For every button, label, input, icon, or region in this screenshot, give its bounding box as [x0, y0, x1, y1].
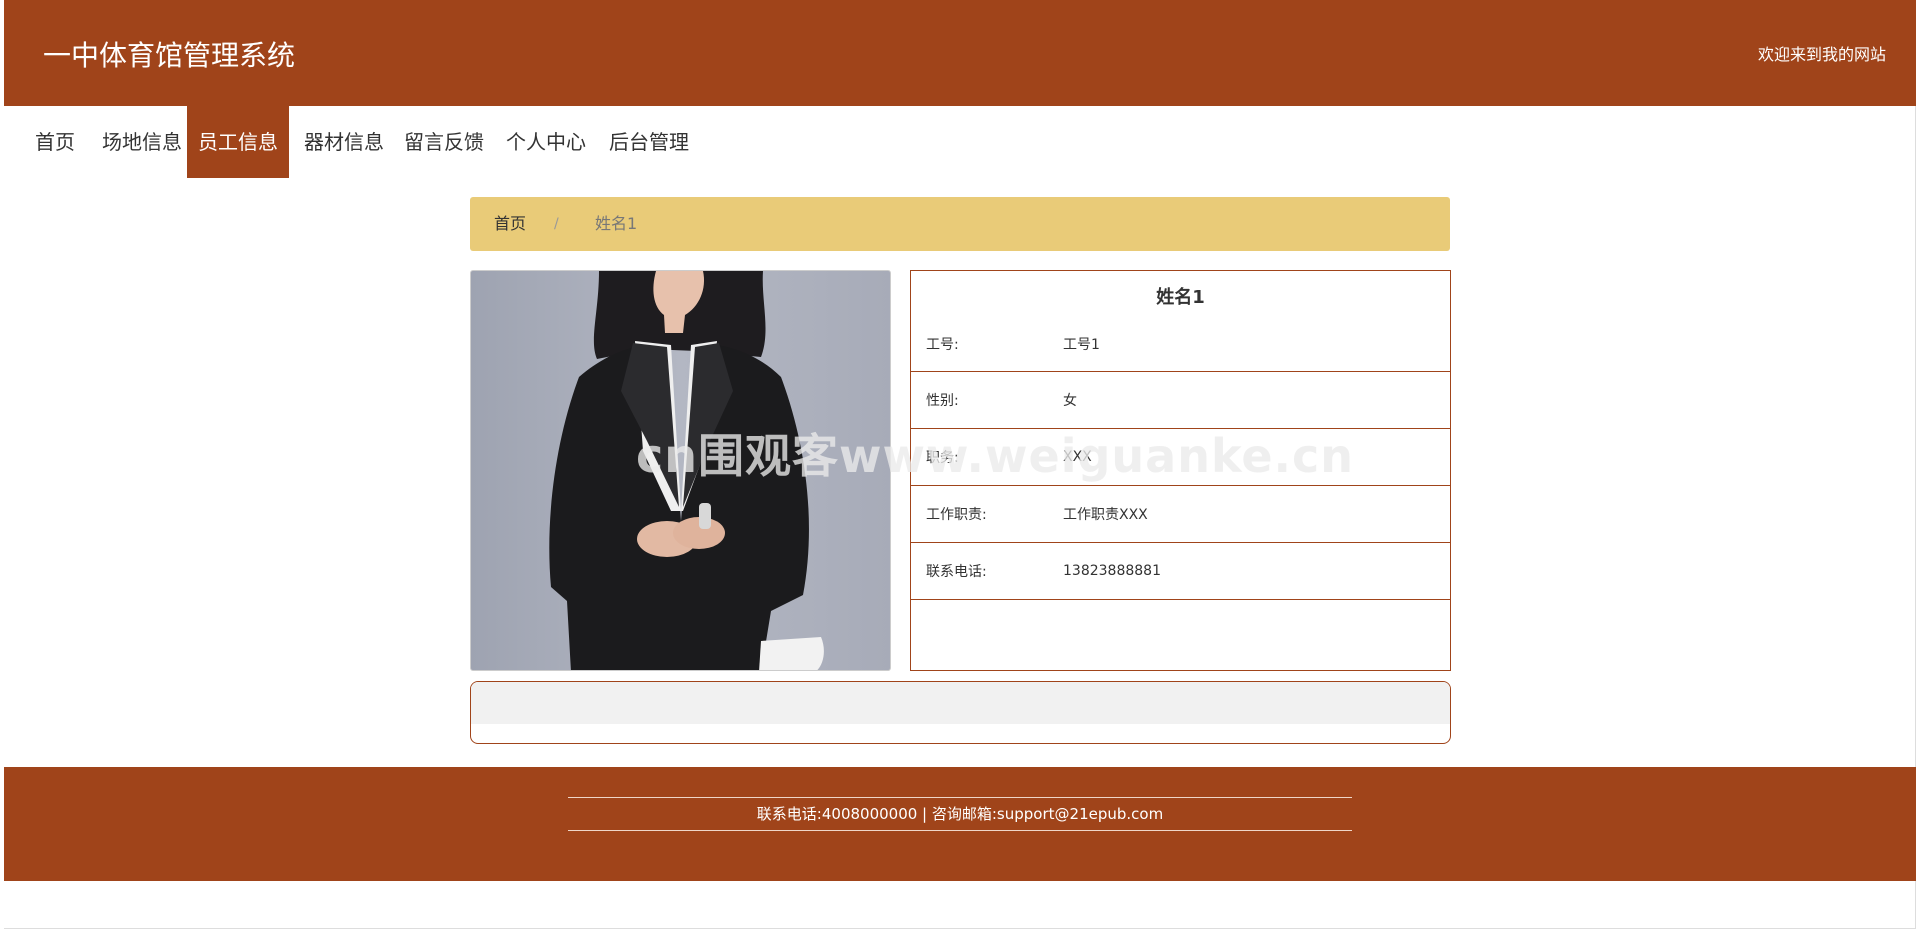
- site-footer: 联系电话:4008000000 | 咨询邮箱:support@21epub.co…: [4, 767, 1916, 881]
- breadcrumb: 首页 / 姓名1: [470, 197, 1450, 251]
- comment-box: [470, 681, 1451, 744]
- info-row-position: 职务: XXX: [911, 429, 1450, 486]
- info-value: 工作职责XXX: [1063, 507, 1148, 523]
- site-title: 一中体育馆管理系统: [43, 39, 296, 72]
- info-row-duties: 工作职责: 工作职责XXX: [911, 486, 1450, 543]
- comment-box-header: [471, 682, 1450, 724]
- nav-item-equipment[interactable]: 器材信息: [296, 106, 392, 178]
- page-frame: 一中体育馆管理系统 欢迎来到我的网站 首页 场地信息 员工信息 器材信息 留言反…: [4, 0, 1916, 929]
- nav-item-staff[interactable]: 员工信息: [187, 106, 289, 178]
- breadcrumb-current: 姓名1: [595, 214, 638, 233]
- nav-item-home[interactable]: 首页: [28, 106, 82, 178]
- nav-item-profile[interactable]: 个人中心: [498, 106, 594, 178]
- footer-divider-bottom: [568, 830, 1352, 831]
- info-value: 女: [1063, 393, 1077, 409]
- employee-photo-illustration: [549, 271, 824, 670]
- info-row-id: 工号: 工号1: [911, 316, 1450, 372]
- info-label: 工作职责:: [926, 507, 987, 523]
- info-row-gender: 性别: 女: [911, 372, 1450, 429]
- footer-divider-top: [568, 797, 1352, 798]
- breadcrumb-separator: /: [554, 216, 559, 232]
- nav-item-venues[interactable]: 场地信息: [94, 106, 190, 178]
- info-value: 工号1: [1063, 336, 1100, 353]
- employee-photo: [470, 270, 891, 671]
- info-label: 工号:: [926, 336, 959, 353]
- site-header: 一中体育馆管理系统 欢迎来到我的网站: [4, 0, 1916, 106]
- main-nav: 首页 场地信息 员工信息 器材信息 留言反馈 个人中心 后台管理: [4, 106, 1916, 178]
- info-row-phone: 联系电话: 13823888881: [911, 543, 1450, 600]
- info-label: 联系电话:: [926, 564, 987, 580]
- nav-item-feedback[interactable]: 留言反馈: [396, 106, 492, 178]
- breadcrumb-home-link[interactable]: 首页: [494, 197, 526, 251]
- employee-info-panel: 姓名1 工号: 工号1 性别: 女 职务: XXX 工作职责: 工作职责XXX …: [910, 270, 1451, 671]
- nav-item-admin[interactable]: 后台管理: [601, 106, 697, 178]
- employee-name: 姓名1: [1156, 287, 1205, 308]
- welcome-text: 欢迎来到我的网站: [1757, 45, 1886, 64]
- info-value: 13823888881: [1063, 563, 1161, 579]
- footer-contact: 联系电话:4008000000 | 咨询邮箱:support@21epub.co…: [756, 805, 1164, 823]
- info-value: XXX: [1063, 449, 1092, 465]
- info-label: 职务:: [926, 450, 959, 466]
- info-label: 性别:: [926, 393, 959, 409]
